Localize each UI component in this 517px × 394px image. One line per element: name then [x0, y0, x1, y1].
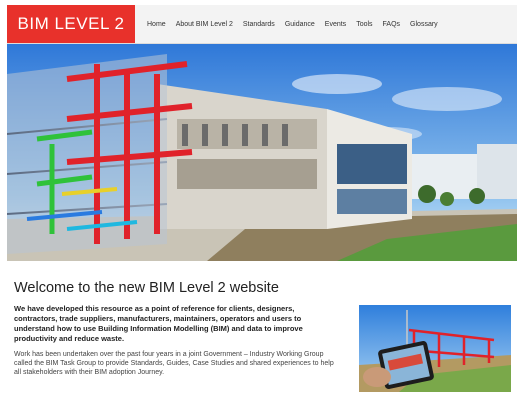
nav-home[interactable]: Home	[147, 21, 166, 28]
hero-illustration	[7, 44, 517, 261]
body-paragraph: Work has been undertaken over the past f…	[14, 351, 334, 376]
nav-about[interactable]: About BIM Level 2	[176, 21, 233, 28]
intro-paragraph: We have developed this resource as a poi…	[14, 304, 303, 343]
hero-image	[7, 44, 517, 261]
main-nav: Home About BIM Level 2 Standards Guidanc…	[147, 21, 438, 28]
tablet-thumbnail-image	[359, 305, 511, 392]
tablet-illustration	[359, 305, 511, 392]
nav-standards[interactable]: Standards	[243, 21, 275, 28]
nav-tools[interactable]: Tools	[356, 21, 372, 28]
site-header: BIM LEVEL 2 Home About BIM Level 2 Stand…	[7, 5, 517, 44]
nav-faqs[interactable]: FAQs	[383, 21, 401, 28]
nav-events[interactable]: Events	[325, 21, 346, 28]
site-logo[interactable]: BIM LEVEL 2	[7, 5, 135, 43]
nav-guidance[interactable]: Guidance	[285, 21, 315, 28]
page-title: Welcome to the new BIM Level 2 website	[14, 280, 279, 296]
nav-glossary[interactable]: Glossary	[410, 21, 438, 28]
